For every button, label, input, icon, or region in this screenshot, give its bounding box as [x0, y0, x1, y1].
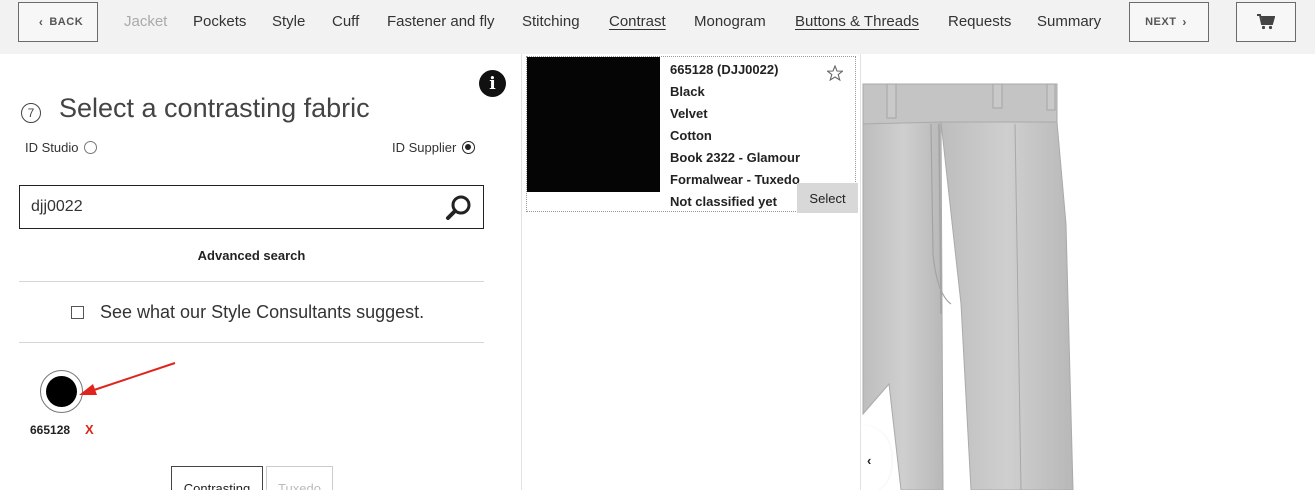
remove-fabric-button[interactable]: X — [85, 422, 94, 437]
fabric-result-card[interactable]: 665128 (DJJ0022) Black Velvet Cotton Boo… — [526, 56, 858, 215]
column-divider — [521, 54, 522, 490]
fabric-category: Formalwear - Tuxedo — [670, 172, 800, 187]
next-label: NEXT — [1145, 16, 1177, 28]
back-button[interactable]: ‹ BACK — [18, 2, 98, 42]
tab-tuxedo[interactable]: Tuxedo — [266, 466, 333, 490]
nav-item-buttons-threads[interactable]: Buttons & Threads — [795, 13, 919, 30]
fabric-swatch-image — [527, 57, 660, 192]
search-icon[interactable] — [445, 194, 473, 222]
consultants-checkbox[interactable] — [71, 306, 84, 319]
nav-item-jacket: Jacket — [124, 13, 168, 30]
nav-item-contrast[interactable]: Contrast — [609, 13, 666, 30]
next-button[interactable]: NEXT › — [1129, 2, 1209, 42]
nav-item-stitching[interactable]: Stitching — [522, 13, 580, 30]
search-box — [19, 185, 484, 229]
radio-id-studio[interactable]: ID Studio — [25, 140, 98, 155]
search-input[interactable] — [31, 196, 431, 218]
radio-id-supplier-label: ID Supplier — [392, 140, 457, 155]
cart-icon — [1257, 14, 1275, 30]
cart-button[interactable] — [1236, 2, 1296, 42]
fabric-composition: Cotton — [670, 128, 712, 143]
nav-item-monogram[interactable]: Monogram — [694, 13, 766, 30]
consultants-suggest-option[interactable]: See what our Style Consultants suggest. — [71, 302, 424, 323]
selected-fabric-code: 665128 — [30, 423, 71, 437]
back-label: BACK — [49, 16, 84, 28]
select-fabric-button[interactable]: Select — [797, 183, 858, 213]
fabric-type: Velvet — [670, 106, 708, 121]
fabric-color: Black — [670, 84, 705, 99]
top-navigation-bar: ‹ BACK Jacket Pockets Style Cuff Fastene… — [0, 0, 1315, 54]
radio-id-supplier-button[interactable] — [462, 141, 476, 154]
annotation-arrow-icon — [79, 362, 176, 395]
chevron-right-icon: › — [1182, 15, 1187, 29]
step-number-badge: 7 — [21, 103, 41, 123]
nav-item-cuff[interactable]: Cuff — [332, 13, 359, 30]
nav-item-style[interactable]: Style — [272, 13, 305, 30]
radio-id-supplier[interactable]: ID Supplier — [392, 140, 476, 155]
nav-item-summary[interactable]: Summary — [1037, 13, 1101, 30]
divider — [19, 342, 484, 343]
trousers-image — [862, 83, 1074, 490]
fabric-code: 665128 (DJJ0022) — [670, 62, 779, 77]
radio-id-studio-label: ID Studio — [25, 140, 79, 155]
fabric-book: Book 2322 - Glamour — [670, 150, 801, 165]
nav-item-fastener-and-fly[interactable]: Fastener and fly — [387, 13, 495, 30]
fabric-classification: Not classified yet — [670, 194, 777, 209]
nav-item-pockets[interactable]: Pockets — [193, 13, 246, 30]
divider — [19, 281, 484, 282]
star-icon[interactable] — [827, 65, 843, 81]
radio-id-studio-button[interactable] — [84, 141, 98, 154]
info-icon[interactable]: i — [479, 70, 506, 97]
consultants-label: See what our Style Consultants suggest. — [100, 302, 425, 322]
nav-item-requests[interactable]: Requests — [948, 13, 1011, 30]
garment-preview — [861, 54, 1315, 490]
chevron-left-icon: ‹ — [38, 15, 44, 29]
fabric-details: 665128 (DJJ0022) Black Velvet Cotton Boo… — [670, 61, 800, 215]
advanced-search-link[interactable]: Advanced search — [0, 248, 503, 263]
selected-fabric-color — [46, 376, 77, 407]
tab-contrasting[interactable]: Contrasting — [171, 466, 263, 490]
page-title: Select a contrasting fabric — [59, 93, 370, 123]
chevron-left-icon: ‹ — [867, 452, 872, 468]
